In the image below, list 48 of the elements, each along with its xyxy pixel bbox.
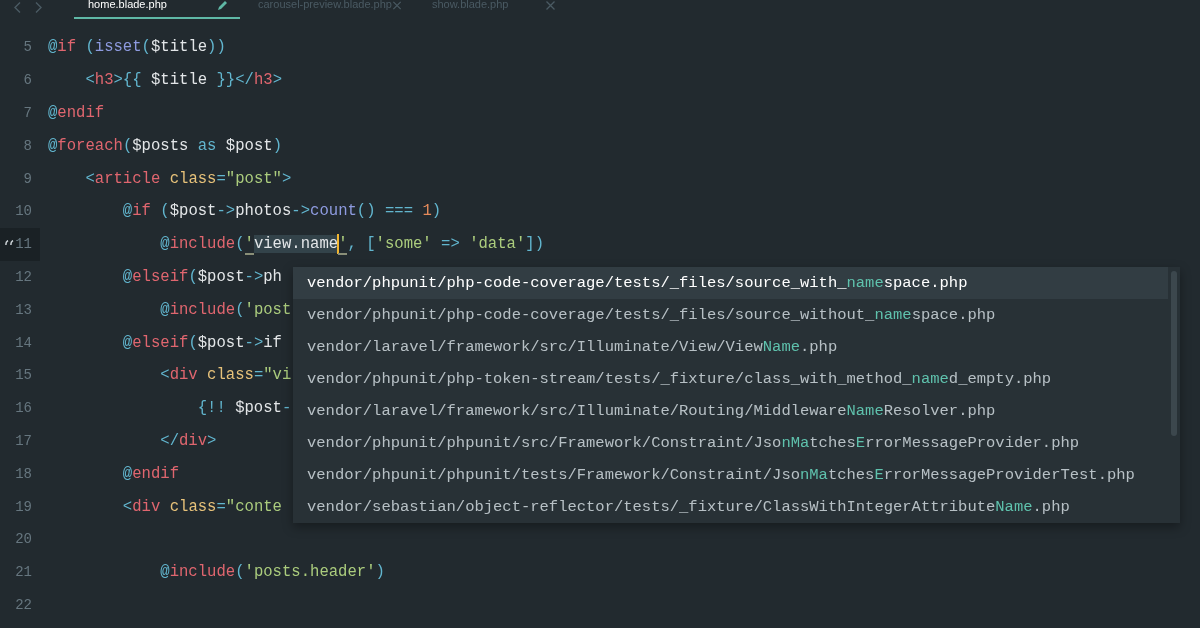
completion-item[interactable]: vendor/phpunit/phpunit/tests/Framework/Constraint/JsonMatchesErrorMessageProviderTest.php: [293, 459, 1168, 491]
line-number: 10: [14, 202, 33, 222]
close-icon[interactable]: [391, 0, 402, 11]
completion-item[interactable]: vendor/phpunit/phpunit/src/Framework/Constraint/JsonMatchesErrorMessageProvider.php: [293, 427, 1168, 459]
line-number: 11: [0, 227, 40, 261]
forward-icon[interactable]: [35, 2, 42, 13]
line-number: 18: [14, 464, 33, 484]
code-line: @include('posts.header'): [159, 562, 385, 584]
line-number: 21: [14, 563, 33, 583]
code-line: </div>: [159, 430, 217, 452]
quote-icon: [5, 239, 14, 247]
completion-item[interactable]: vendor/phpunit/php-token-stream/tests/_fixture/class_with_method_named_empty.php: [293, 363, 1168, 395]
line-number: 5: [22, 38, 33, 58]
code-line: @endif: [48, 103, 105, 124]
line-number: 8: [22, 136, 33, 156]
code-line: @foreach($posts as $post): [48, 135, 282, 157]
line-number: 19: [14, 497, 33, 517]
code-line: @elseif($post->ph: [121, 266, 282, 288]
line-number: 15: [14, 366, 33, 386]
code-line: @include('post: [159, 299, 292, 321]
line-number: 17: [14, 431, 33, 451]
code-line: <div class="conte: [121, 496, 282, 518]
line-number: 13: [14, 300, 33, 320]
editor-tab[interactable]: home.blade.php: [74, 0, 240, 19]
line-number: 6: [22, 71, 33, 91]
line-number: 20: [14, 530, 33, 550]
code-line: <div class="vi: [159, 365, 292, 387]
line-number: 7: [22, 104, 33, 123]
back-icon[interactable]: [14, 2, 21, 13]
completion-item[interactable]: vendor/sebastian/object-reflector/tests/_fixture/ClassWithIntegerAttributeName.php: [293, 491, 1168, 523]
completion-item[interactable]: vendor/laravel/framework/src/Illuminate/View/ViewName.php: [293, 331, 1168, 363]
code-line: @elseif($post->if: [121, 332, 282, 354]
line-number: 14: [14, 333, 33, 353]
code-line: <h3>{{ $title }}</h3>: [84, 70, 282, 92]
code-line: <article class="post">: [84, 168, 292, 190]
completion-item[interactable]: vendor/phpunit/php-code-coverage/tests/_files/source_with_namespace.php: [293, 267, 1168, 299]
code-line: @if ($post->photos->count() === 1): [121, 201, 442, 223]
code-line: @if (isset($title)): [48, 37, 226, 59]
code-line: {!! $post-: [196, 398, 292, 420]
code-line: @include('view.name', ['some' => 'data']): [159, 233, 545, 256]
line-number: 9: [22, 169, 33, 189]
line-number: 22: [14, 595, 33, 615]
line-number: 16: [14, 399, 33, 419]
completion-item[interactable]: vendor/laravel/framework/src/Illuminate/Routing/MiddlewareNameResolver.php: [293, 395, 1168, 427]
completion-item[interactable]: vendor/phpunit/php-code-coverage/tests/_files/source_without_namespace.php: [293, 299, 1168, 331]
line-number: 12: [14, 267, 33, 287]
close-icon[interactable]: [545, 0, 556, 11]
code-line: @endif: [121, 463, 180, 485]
